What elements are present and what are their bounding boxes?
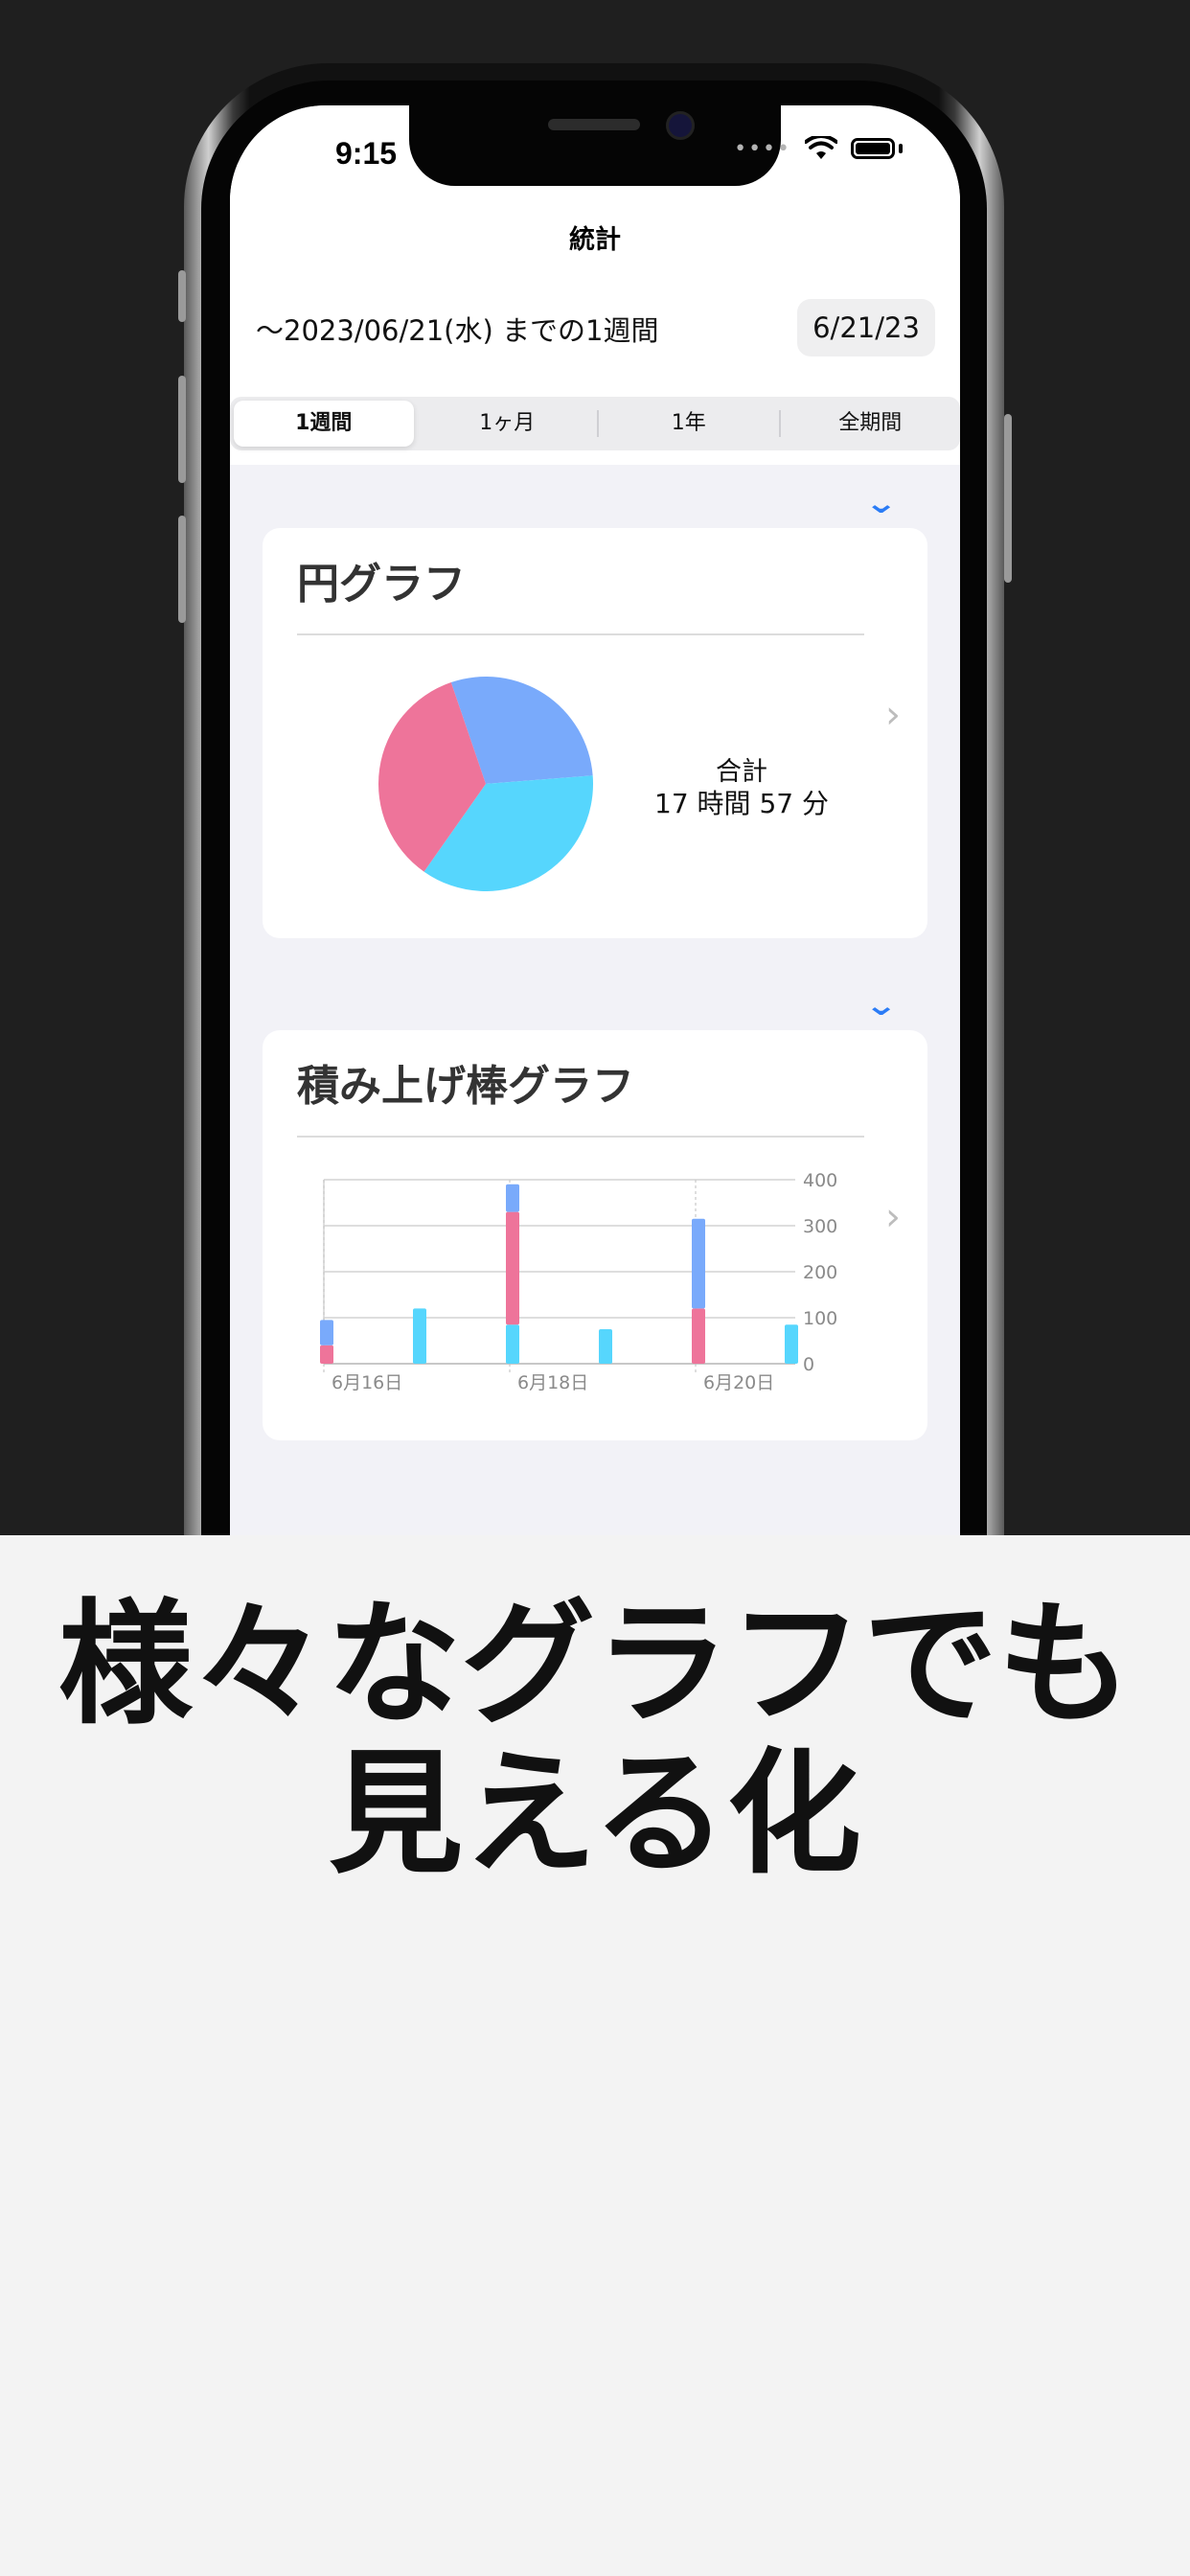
y-tick-label: 100 [803,1308,837,1329]
x-tick-label: 6月18日 [517,1372,588,1393]
y-tick-label: 400 [803,1170,837,1191]
wifi-icon [805,136,837,159]
caption-line-2: 見える化 [329,1736,861,1893]
device-background: 9:15 •••• 統計 〜2023/06/21(水) までの1週間 6/21/… [0,0,1190,1535]
bar-segment [506,1211,519,1325]
bar-segment [692,1218,705,1309]
bar-segment [320,1320,333,1346]
signal-icon: •••• [734,136,791,161]
y-tick-label: 300 [803,1216,837,1237]
mute-switch [178,270,186,322]
x-tick-label: 6月16日 [332,1372,402,1393]
caption-line-1: 様々なグラフでも [57,1587,1132,1743]
chevron-right-icon: › [885,1195,901,1239]
battery-icon [851,138,895,159]
bar-segment [599,1329,612,1364]
speaker [548,119,640,130]
pie-chart-card[interactable]: 円グラフ 合計 17 時間 57 分 › [263,528,927,938]
promo-caption: 様々なグラフでも 見える化 [0,1591,1190,1890]
segment-1-week[interactable]: 1週間 [234,401,414,447]
bar-segment [506,1184,519,1212]
segment-1-year[interactable]: 1年 [599,397,779,450]
volume-up-button [178,376,186,483]
pie-card-title: 円グラフ [297,560,466,609]
date-range-label: 〜2023/06/21(水) までの1週間 [256,314,659,347]
segment-all-time[interactable]: 全期間 [781,397,961,450]
date-picker-button[interactable]: 6/21/23 [797,299,935,356]
camera [666,111,695,140]
notch [409,105,781,186]
chevron-down-icon[interactable]: ⌄ [864,487,898,520]
page-title: 統計 [569,225,621,255]
period-segmented-control: 1週間 1ヶ月 1年 全期間 [230,397,960,450]
chevron-down-icon[interactable]: ⌄ [864,989,898,1023]
status-time: 9:15 [335,136,398,171]
volume-down-button [178,516,186,623]
total-value: 17 時間 57 分 [654,788,829,819]
power-button [1004,414,1012,583]
bar-segment [506,1324,519,1364]
y-tick-label: 200 [803,1262,837,1283]
stacked-bar-chart-card[interactable]: 積み上げ棒グラフ 0 100 200 300 400 6月16日 6月18日 6月20日 › [263,1030,927,1440]
app-screen: 9:15 •••• 統計 〜2023/06/21(水) までの1週間 6/21/… [230,105,960,1535]
bar-segment [413,1308,426,1364]
y-tick-label: 0 [803,1354,814,1375]
card-divider [297,633,864,635]
stacked-bar-chart: 0 100 200 300 400 6月16日 6月18日 6月20日 [320,1170,837,1393]
bar-segment [320,1345,333,1364]
battery-tip [899,144,903,153]
x-tick-label: 6月20日 [703,1372,774,1393]
bar-segment [692,1308,705,1364]
bar-segment [785,1324,798,1364]
segment-1-month[interactable]: 1ヶ月 [418,397,598,450]
pie-chart [378,677,593,891]
chevron-right-icon: › [885,693,901,737]
status-indicators: •••• [734,136,903,161]
